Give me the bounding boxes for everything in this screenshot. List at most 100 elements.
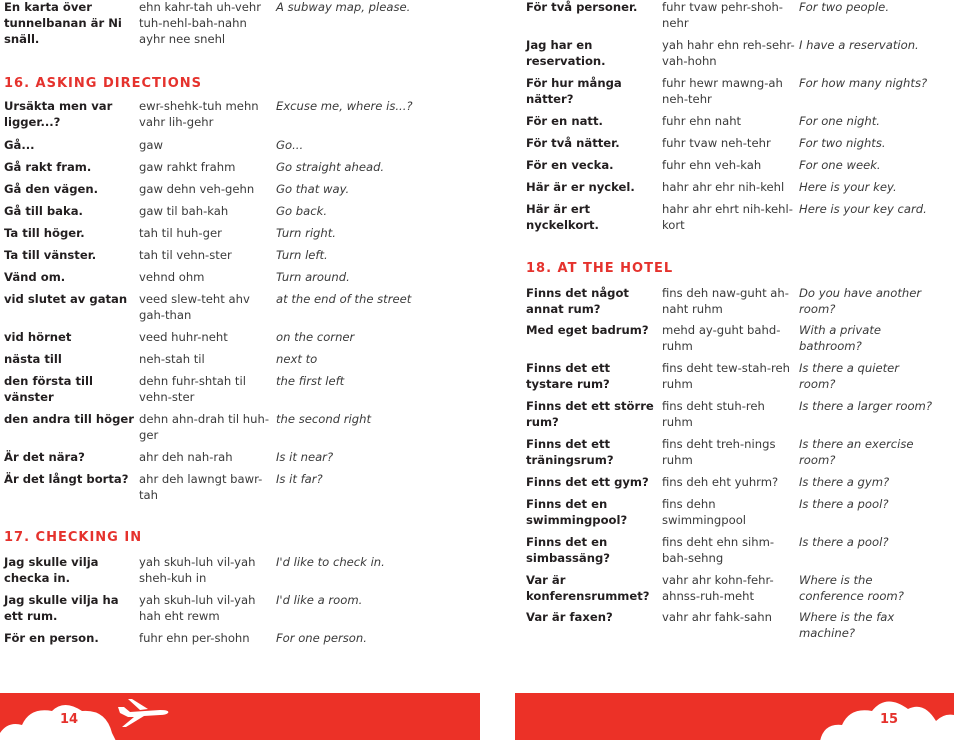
swedish-phrase: Gå rakt fram. (4, 160, 92, 174)
english-translation: I have a reservation. (799, 38, 919, 52)
english-translation: For two people. (799, 0, 890, 14)
page-number-right: 15 (880, 712, 899, 727)
swedish-phrase: Finns det ett tystare rum? (526, 361, 611, 391)
pronunciation: fins deht treh-nings ruhm (662, 437, 776, 467)
english-translation: at the end of the street (276, 292, 412, 306)
pronunciation: gaw til bah-kah (139, 204, 229, 218)
swedish-phrase: Jag skulle vilja ha ett rum. (4, 593, 119, 623)
pronunciation: fuhr tvaw neh-tehr (662, 136, 771, 150)
pronunciation: fins deht stuh-reh ruhm (662, 399, 765, 429)
english-translation: A subway map, please. (276, 0, 411, 14)
swedish-phrase: Finns det ett gym? (526, 475, 649, 489)
swedish-phrase: Finns det ett större rum? (526, 399, 654, 429)
pronunciation: neh-stah til (139, 352, 205, 366)
swedish-phrase: Ta till höger. (4, 226, 85, 240)
pronunciation: ahr deh nah-rah (139, 450, 233, 464)
english-translation: Is there a pool? (799, 497, 889, 511)
english-translation: With a private bathroom? (799, 323, 882, 353)
pronunciation: hahr ahr ehrt nih-kehl-kort (662, 202, 793, 232)
swedish-phrase: Med eget badrum? (526, 323, 649, 337)
english-translation: I'd like to check in. (276, 555, 385, 569)
swedish-phrase: Ta till vänster. (4, 248, 97, 262)
english-translation: I'd like a room. (276, 593, 363, 607)
english-translation: For one person. (276, 631, 367, 645)
swedish-phrase: För en vecka. (526, 158, 614, 172)
english-translation: For two nights. (799, 136, 886, 150)
pronunciation: tah til huh-ger (139, 226, 222, 240)
english-translation: Is it near? (276, 450, 334, 464)
english-translation: the first left (276, 374, 345, 388)
section-heading: 18. AT THE HOTEL (526, 261, 674, 276)
swedish-phrase: Finns det ett träningsrum? (526, 437, 614, 467)
pronunciation: tah til vehn-ster (139, 248, 232, 262)
swedish-phrase: Finns det en simbassäng? (526, 535, 610, 565)
pronunciation: fuhr ehn per-shohn (139, 631, 250, 645)
page-number-left: 14 (60, 712, 79, 727)
swedish-phrase: Jag har en reservation. (526, 38, 606, 68)
swedish-phrase: Var är konferensrummet? (526, 573, 650, 603)
pronunciation: gaw (139, 138, 163, 152)
english-translation: Is there a gym? (799, 475, 890, 489)
airplane-icon (118, 699, 169, 727)
pronunciation: fins deht ehn sihm-bah-sehng (662, 535, 775, 565)
swedish-phrase: Finns det något annat rum? (526, 286, 629, 316)
swedish-phrase: den andra till höger (4, 412, 135, 426)
swedish-phrase: Här är er nyckel. (526, 180, 635, 194)
pronunciation: fuhr ehn veh-kah (662, 158, 762, 172)
english-translation: Do you have another room? (799, 286, 922, 316)
pronunciation: fins dehn swimmingpool (662, 497, 747, 527)
english-translation: For one week. (799, 158, 881, 172)
english-translation: Go straight ahead. (276, 160, 385, 174)
english-translation: Where is the fax machine? (799, 610, 895, 640)
swedish-phrase: vid hörnet (4, 330, 72, 344)
pronunciation: dehn fuhr-shtah til vehn-ster (139, 374, 246, 404)
pronunciation: dehn ahn-drah til huh-ger (139, 412, 270, 442)
pronunciation: veed slew-teht ahv gah-than (139, 292, 250, 322)
pronunciation: fins deh naw-guht ah-naht ruhm (662, 286, 789, 316)
english-translation: Is there a quieter room? (799, 361, 900, 391)
swedish-phrase: vid slutet av gatan (4, 292, 128, 306)
english-translation: Is there an exercise room? (799, 437, 914, 467)
pronunciation: ahr deh lawngt bawr-tah (139, 472, 263, 502)
english-translation: Go back. (276, 204, 328, 218)
swedish-phrase: Ursäkta men var ligger...? (4, 99, 113, 129)
english-translation: Excuse me, where is...? (276, 99, 413, 113)
english-translation: Turn left. (276, 248, 328, 262)
pronunciation: fins deht tew-stah-reh ruhm (662, 361, 791, 391)
pronunciation: vehnd ohm (139, 270, 205, 284)
english-translation: Here is your key card. (799, 202, 927, 216)
swedish-phrase: Var är faxen? (526, 610, 613, 624)
english-translation: For one night. (799, 114, 880, 128)
swedish-phrase: Gå till baka. (4, 204, 83, 218)
pronunciation: gaw rahkt frahm (139, 160, 236, 174)
swedish-phrase: nästa till (4, 352, 62, 366)
english-translation: Is there a larger room? (799, 399, 932, 413)
english-translation: Is it far? (276, 472, 323, 486)
swedish-phrase: För två personer. (526, 0, 638, 14)
pronunciation: ewr-shehk-tuh mehn vahr lih-gehr (139, 99, 259, 129)
pronunciation: yah skuh-luh vil-yah hah eht rewm (139, 593, 256, 623)
pronunciation: ehn kahr-tah uh-vehr tuh-nehl-bah-nahn a… (139, 0, 262, 46)
swedish-phrase: Är det nära? (4, 450, 85, 464)
english-translation: Go... (276, 138, 304, 152)
english-translation: the second right (276, 412, 371, 426)
pronunciation: hahr ahr ehr nih-kehl (662, 180, 785, 194)
swedish-phrase: Finns det en swimmingpool? (526, 497, 628, 527)
english-translation: Turn right. (276, 226, 336, 240)
english-translation: Here is your key. (799, 180, 897, 194)
pronunciation: fins deh eht yuhrm? (662, 475, 779, 489)
swedish-phrase: den första till vänster (4, 374, 93, 404)
pronunciation: yah hahr ehn reh-sehr-vah-hohn (662, 38, 795, 68)
pronunciation: fuhr ehn naht (662, 114, 742, 128)
swedish-phrase: För en person. (4, 631, 99, 645)
pronunciation: yah skuh-luh vil-yah sheh-kuh in (139, 555, 256, 585)
english-translation: Where is the conference room? (799, 573, 904, 603)
swedish-phrase: Jag skulle vilja checka in. (4, 555, 99, 585)
swedish-phrase: Här är ert nyckelkort. (526, 202, 599, 232)
pronunciation: veed huhr-neht (139, 330, 228, 344)
swedish-phrase: Gå... (4, 138, 35, 152)
english-translation: next to (276, 352, 318, 366)
swedish-phrase: För två nätter. (526, 136, 620, 150)
pronunciation: vahr ahr fahk-sahn (662, 610, 772, 624)
pronunciation: mehd ay-guht bahd-ruhm (662, 323, 781, 353)
